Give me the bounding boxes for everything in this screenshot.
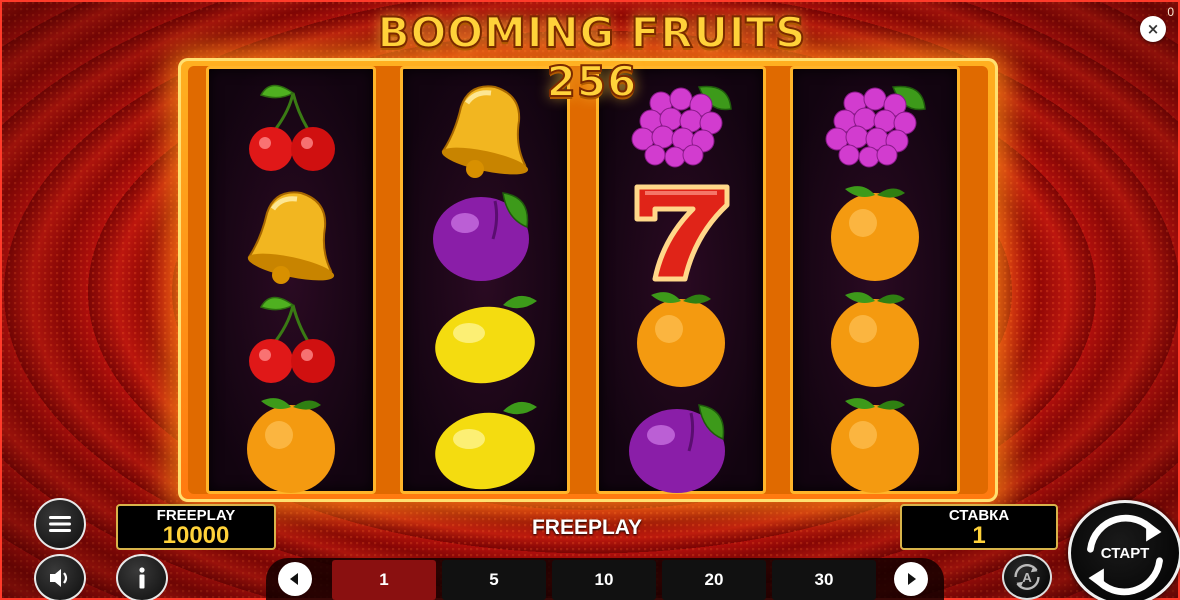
bet-option-5[interactable]: 5 bbox=[442, 560, 546, 600]
orange-icon bbox=[209, 391, 373, 497]
lemon-icon bbox=[403, 391, 567, 497]
bell-icon bbox=[403, 73, 567, 179]
cherry-icon bbox=[209, 73, 373, 179]
start-label: СТАРТ bbox=[1100, 545, 1150, 562]
game-stage: 0 × BOOMING FRUITS 256 FREEPLAY 10000 FR… bbox=[0, 0, 1180, 600]
reel-4 bbox=[790, 66, 960, 494]
reel-3 bbox=[596, 66, 766, 494]
bet-option-30[interactable]: 30 bbox=[772, 560, 876, 600]
bet-increase-button[interactable] bbox=[894, 562, 928, 596]
reel-2 bbox=[400, 66, 570, 494]
reel-1 bbox=[206, 66, 376, 494]
bet-decrease-button[interactable] bbox=[278, 562, 312, 596]
bet-option-20[interactable]: 20 bbox=[662, 560, 766, 600]
balance-value: 10000 bbox=[162, 522, 230, 549]
close-button[interactable]: × bbox=[1140, 16, 1166, 42]
bet-value: 1 bbox=[972, 522, 986, 549]
seven-icon bbox=[599, 179, 763, 285]
autoplay-icon: A bbox=[1014, 564, 1040, 590]
orange-icon bbox=[793, 285, 957, 391]
plum-icon bbox=[403, 179, 567, 285]
game-title: BOOMING FRUITS 256 bbox=[377, 7, 807, 107]
orange-icon bbox=[793, 179, 957, 285]
triangle-right-icon bbox=[908, 573, 916, 585]
triangle-left-icon bbox=[290, 573, 298, 585]
info-button[interactable] bbox=[116, 554, 168, 600]
bet-panel: СТАВКА 1 bbox=[900, 504, 1058, 550]
mode-label: FREEPLAY bbox=[531, 516, 643, 539]
sound-button[interactable] bbox=[34, 554, 86, 600]
corner-counter: 0 bbox=[1167, 5, 1174, 19]
hamburger-menu-icon bbox=[49, 516, 71, 532]
cherry-icon bbox=[209, 285, 373, 391]
svg-text:A: A bbox=[1022, 570, 1032, 585]
lemon-icon bbox=[403, 285, 567, 391]
balance-panel: FREEPLAY 10000 bbox=[116, 504, 276, 550]
autoplay-button[interactable]: A bbox=[1002, 554, 1052, 600]
orange-icon bbox=[599, 285, 763, 391]
plum-icon bbox=[599, 391, 763, 497]
bet-option-10[interactable]: 10 bbox=[552, 560, 656, 600]
orange-icon bbox=[793, 391, 957, 497]
reel-frame bbox=[178, 58, 998, 502]
bell-icon bbox=[209, 179, 373, 285]
bet-option-1[interactable]: 1 bbox=[332, 560, 436, 600]
menu-button[interactable] bbox=[34, 498, 86, 550]
info-icon bbox=[139, 567, 145, 589]
grapes-icon bbox=[793, 73, 957, 179]
start-spin-button[interactable]: СТАРТ bbox=[1068, 500, 1180, 600]
speaker-icon bbox=[50, 569, 68, 587]
bet-selector: 1 5 10 20 30 bbox=[266, 558, 944, 600]
close-icon: × bbox=[1146, 20, 1160, 38]
